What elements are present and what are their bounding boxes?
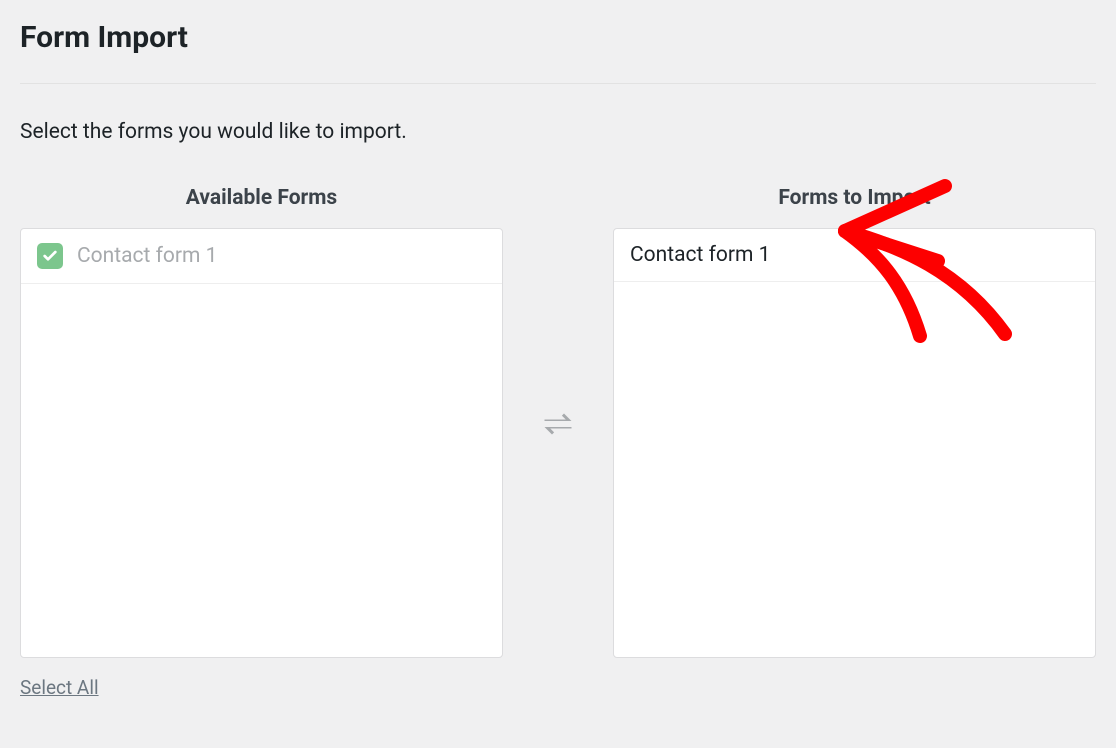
- available-form-item[interactable]: Contact form 1: [21, 229, 502, 284]
- available-form-label: Contact form 1: [77, 244, 217, 268]
- forms-to-import-column: Forms to Import Contact form 1: [613, 186, 1096, 658]
- import-form-label: Contact form 1: [630, 243, 770, 267]
- forms-to-import-header: Forms to Import: [613, 186, 1096, 210]
- page-title: Form Import: [20, 20, 1096, 55]
- available-forms-column: Available Forms Contact form 1 Select Al…: [20, 186, 503, 699]
- swap-arrows-icon: [540, 406, 576, 446]
- available-forms-header: Available Forms: [20, 186, 503, 210]
- checkbox-checked-icon[interactable]: [37, 243, 63, 269]
- columns-container: Available Forms Contact form 1 Select Al…: [20, 186, 1096, 699]
- available-forms-listbox[interactable]: Contact form 1: [20, 228, 503, 658]
- import-form-item[interactable]: Contact form 1: [614, 229, 1095, 282]
- forms-to-import-listbox[interactable]: Contact form 1: [613, 228, 1096, 658]
- swap-column: [503, 186, 613, 446]
- divider: [20, 83, 1096, 84]
- instruction-text: Select the forms you would like to impor…: [20, 120, 1096, 144]
- select-all-link[interactable]: Select All: [20, 676, 503, 699]
